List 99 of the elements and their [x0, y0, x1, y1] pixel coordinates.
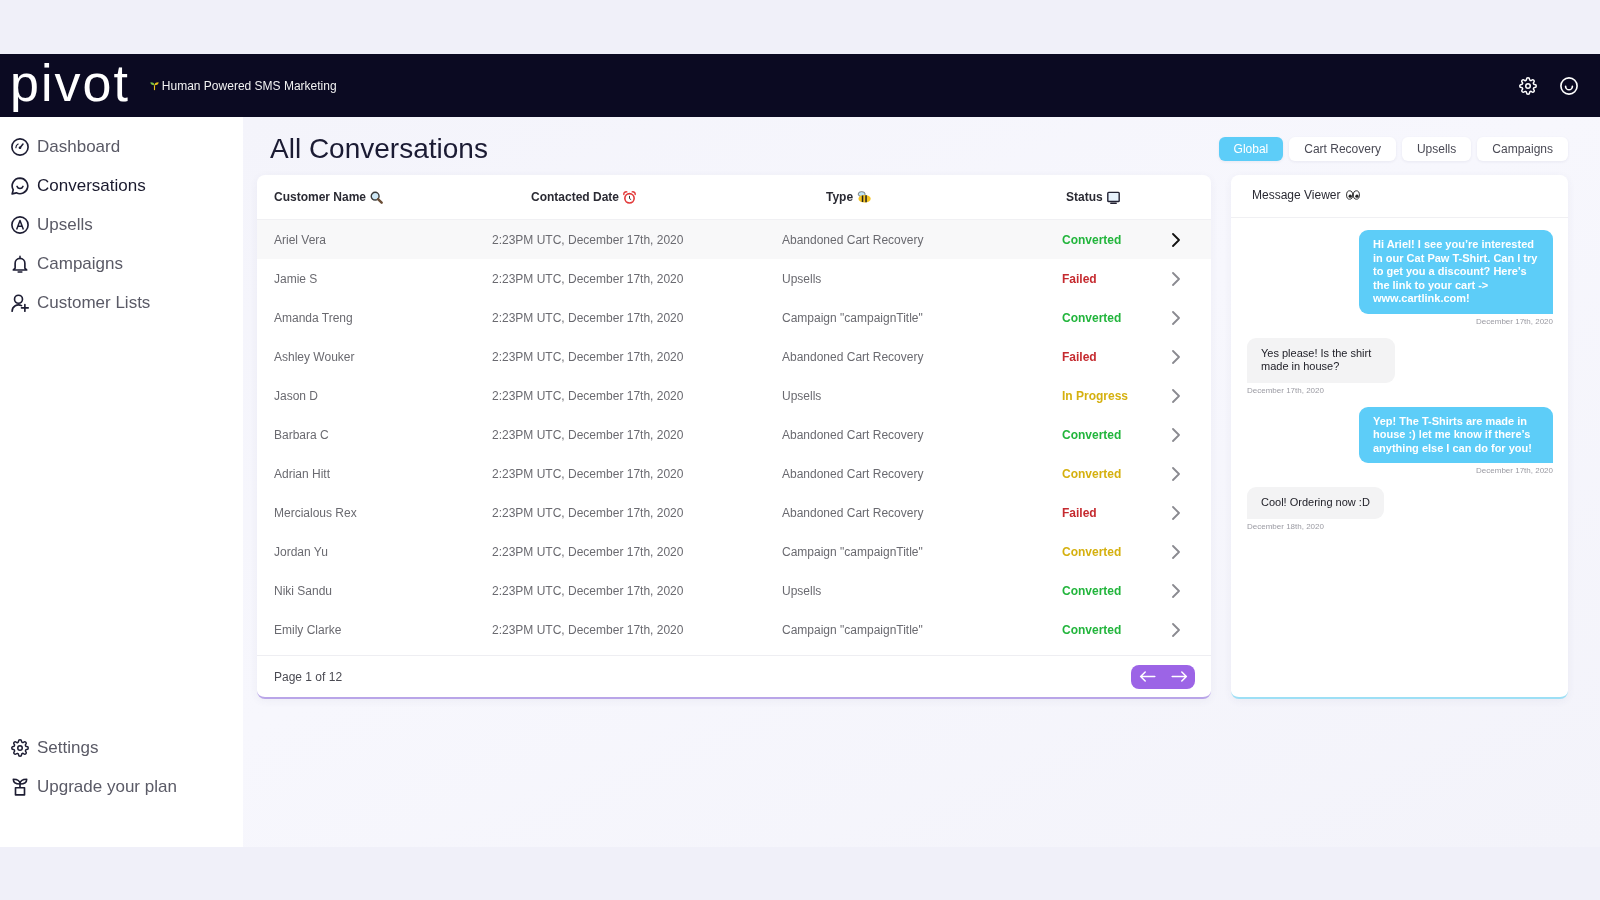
sidebar-item[interactable]: Conversations: [0, 166, 146, 205]
settings-icon: [11, 738, 29, 757]
page-indicator: Page 1 of 12: [274, 669, 343, 684]
status-text: Failed: [1062, 505, 1098, 520]
contact-date: 2:23PM UTC, December 17th, 2020: [492, 349, 685, 364]
tagline: Human Powered SMS Marketing: [161, 78, 337, 93]
status-text: Converted: [1062, 622, 1123, 637]
outgoing-message-bubble: Yep! The T-Shirts are made in house :) let me know if there’s anything else I can do for you!: [1359, 406, 1553, 463]
arrow-left-icon: [1138, 671, 1156, 682]
conversation-type: Abandoned Cart Recovery: [782, 427, 925, 442]
sidebar-item[interactable]: Upgrade your plan: [0, 767, 177, 806]
customer-name: Jamie S: [274, 271, 319, 286]
bell-icon: [11, 254, 29, 273]
table-row[interactable]: Ashley Wouker 2:23PM UTC, December 17th, 2020 Abandoned Cart Recovery Failed: [257, 337, 1211, 376]
table-row[interactable]: Barbara C 2:23PM UTC, December 17th, 2020 Abandoned Cart Recovery Converted: [257, 415, 1211, 454]
conversation-type: Abandoned Cart Recovery: [782, 466, 925, 481]
customer-name: Jason D: [274, 388, 320, 403]
table-row[interactable]: Jason D 2:23PM UTC, December 17th, 2020 Upsells In Progress: [257, 376, 1211, 415]
contact-date: 2:23PM UTC, December 17th, 2020: [492, 310, 685, 325]
contact-date: 2:23PM UTC, December 17th, 2020: [492, 427, 685, 442]
customer-name: Mercialous Rex: [274, 505, 358, 520]
table-row[interactable]: Ariel Vera 2:23PM UTC, December 17th, 2020 Abandoned Cart Recovery Converted: [257, 220, 1211, 259]
table-row[interactable]: Emily Clarke 2:23PM UTC, December 17th, 2020 Campaign "campaignTitle" Converted: [257, 610, 1211, 649]
incoming-message-bubble: Yes please! Is the shirt made in house?: [1247, 337, 1395, 383]
contact-date: 2:23PM UTC, December 17th, 2020: [492, 271, 685, 286]
plant-pot-icon: [11, 777, 29, 796]
contact-date: 2:23PM UTC, December 17th, 2020: [492, 466, 685, 481]
circled-letter-a-icon: [11, 215, 29, 234]
status-text: Converted: [1062, 544, 1123, 559]
contact-date: 2:23PM UTC, December 17th, 2020: [492, 583, 685, 598]
conversation-type: Abandoned Cart Recovery: [782, 349, 925, 364]
sidebar-item[interactable]: Campaigns: [0, 244, 123, 283]
contact-date: 2:23PM UTC, December 17th, 2020: [492, 622, 685, 637]
status-text: Converted: [1062, 466, 1123, 481]
settings-icon[interactable]: [1519, 76, 1537, 95]
chat-bubble-icon: [11, 176, 29, 195]
table-row[interactable]: Jordan Yu 2:23PM UTC, December 17th, 2020 Campaign "campaignTitle" Converted: [257, 532, 1211, 571]
status-text: In Progress: [1062, 388, 1130, 403]
table-row[interactable]: Amanda Treng 2:23PM UTC, December 17th, 2020 Campaign "campaignTitle" Converted: [257, 298, 1211, 337]
customer-name: Amanda Treng: [274, 310, 354, 325]
status-text: Failed: [1062, 349, 1098, 364]
filter-tab[interactable]: Cart Recovery: [1289, 137, 1396, 161]
sidebar-item[interactable]: Customer Lists: [0, 283, 151, 322]
bee-icon: [857, 191, 872, 203]
screen-icon: [1106, 190, 1120, 204]
column-header: Customer Name: [274, 190, 367, 204]
panel-title: Message Viewer: [1252, 188, 1341, 202]
page-title: All Conversations: [270, 133, 488, 165]
chevron-right-icon[interactable]: [1172, 232, 1180, 247]
table-row[interactable]: Adrian Hitt 2:23PM UTC, December 17th, 2020 Abandoned Cart Recovery Converted: [257, 454, 1211, 493]
conversation-type: Upsells: [782, 271, 823, 286]
column-header: Status: [1066, 190, 1103, 204]
customer-name: Barbara C: [274, 427, 330, 442]
customer-name: Adrian Hitt: [274, 466, 332, 481]
status-text: Failed: [1062, 271, 1098, 286]
message-date: December 17th, 2020: [1476, 316, 1553, 326]
contact-date: 2:23PM UTC, December 17th, 2020: [492, 388, 685, 403]
incoming-message-bubble: Cool! Ordering now :D: [1247, 487, 1384, 519]
sidebar-item[interactable]: Upsells: [0, 205, 93, 244]
conversation-type: Abandoned Cart Recovery: [782, 232, 925, 247]
contact-date: 2:23PM UTC, December 17th, 2020: [492, 544, 685, 559]
status-text: Converted: [1062, 427, 1123, 442]
sidebar-item[interactable]: Settings: [0, 728, 99, 767]
conversation-type: Campaign "campaignTitle": [782, 622, 924, 637]
table-row[interactable]: Jamie S 2:23PM UTC, December 17th, 2020 Upsells Failed: [257, 259, 1211, 298]
alarm-clock-icon: [623, 190, 636, 204]
column-header: Type: [826, 190, 854, 204]
message-date: December 17th, 2020: [1476, 466, 1553, 475]
conversation-type: Upsells: [782, 583, 823, 598]
table-row[interactable]: Mercialous Rex 2:23PM UTC, December 17th, 2020 Abandoned Cart Recovery Failed: [257, 493, 1211, 532]
outgoing-message-bubble: Hi Ariel! I see you’re interested in our Cat Paw T-Shirt. Can I try to get you a discount? Here’s the link to your cart -> www.cartlink.com!: [1359, 230, 1553, 314]
customer-name: Ariel Vera: [274, 232, 328, 247]
conversation-type: Campaign "campaignTitle": [782, 310, 924, 325]
message-date: December 18th, 2020: [1247, 521, 1324, 531]
smiley-icon[interactable]: [1560, 76, 1578, 95]
column-header: Contacted Date: [531, 190, 619, 204]
status-text: Converted: [1062, 310, 1123, 325]
arrow-right-icon: [1170, 671, 1188, 682]
eyes-icon: [1345, 190, 1360, 200]
user-plus-icon: [11, 293, 29, 312]
customer-name: Niki Sandu: [274, 583, 334, 598]
conversation-type: Upsells: [782, 388, 823, 403]
conversation-type: Campaign "campaignTitle": [782, 544, 924, 559]
status-text: Converted: [1062, 583, 1123, 598]
customer-name: Ashley Wouker: [274, 349, 356, 364]
customer-name: Jordan Yu: [274, 544, 329, 559]
message-date: December 17th, 2020: [1247, 385, 1324, 395]
sprout-icon: [149, 80, 159, 91]
status-text: Converted: [1062, 232, 1123, 247]
sidebar-item[interactable]: Dashboard: [0, 127, 121, 166]
filter-tab[interactable]: Upsells: [1401, 137, 1472, 161]
contact-date: 2:23PM UTC, December 17th, 2020: [492, 505, 685, 520]
magnifier-icon: [370, 190, 384, 204]
gauge-icon: [11, 137, 29, 156]
contact-date: 2:23PM UTC, December 17th, 2020: [492, 232, 685, 247]
conversation-type: Abandoned Cart Recovery: [782, 505, 925, 520]
table-row[interactable]: Niki Sandu 2:23PM UTC, December 17th, 2020 Upsells Converted: [257, 571, 1211, 610]
filter-tab[interactable]: Campaigns: [1477, 137, 1568, 161]
customer-name: Emily Clarke: [274, 622, 343, 637]
